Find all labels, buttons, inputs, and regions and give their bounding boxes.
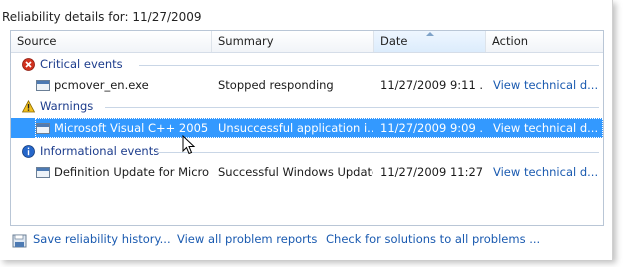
column-header-date[interactable]: Date: [374, 31, 486, 52]
view-technical-details-link[interactable]: View technical d...: [493, 118, 601, 138]
cell-date: 11/27/2009 9:11 ...: [380, 78, 484, 92]
page-title: Reliability details for: 11/27/2009: [2, 10, 202, 24]
cell-date: 11/27/2009 9:09 ...: [380, 121, 484, 135]
view-technical-details-link[interactable]: View technical d...: [493, 162, 601, 182]
critical-x-icon: [22, 58, 35, 71]
group-divider: [157, 152, 599, 153]
group-label-warnings: Warnings: [40, 99, 94, 113]
save-history-icon: [12, 234, 27, 248]
reliability-details-window: Reliability details for: 11/27/2009 Sour…: [0, 0, 613, 260]
application-icon: [36, 80, 50, 91]
cell-summary: Stopped responding: [218, 78, 334, 92]
view-all-problem-reports-link[interactable]: View all problem reports: [177, 232, 317, 246]
warning-triangle-icon: [22, 100, 35, 113]
group-divider: [105, 107, 599, 108]
cell-summary: Unsuccessful application i...: [218, 121, 373, 135]
table-row-selected[interactable]: Microsoft Visual C++ 2005 ... Unsuccessf…: [11, 118, 603, 138]
group-divider: [139, 65, 599, 66]
save-reliability-history-link[interactable]: Save reliability history...: [33, 232, 171, 246]
reliability-details-list[interactable]: Source Summary Date Action Critical even…: [10, 30, 604, 226]
column-header-action[interactable]: Action: [486, 31, 603, 52]
list-header: Source Summary Date Action: [11, 31, 603, 53]
bottom-links-bar: Save reliability history... View all pro…: [0, 228, 612, 258]
cell-summary: Successful Windows Update: [218, 165, 373, 179]
check-for-solutions-link[interactable]: Check for solutions to all problems ...: [326, 232, 540, 246]
application-icon: [36, 123, 50, 134]
group-label-critical: Critical events: [40, 57, 123, 71]
group-informational-events[interactable]: Informational events: [11, 143, 603, 160]
column-header-date-label: Date: [380, 34, 408, 48]
column-header-summary[interactable]: Summary: [212, 31, 374, 52]
group-critical-events[interactable]: Critical events: [11, 56, 603, 73]
table-row[interactable]: Definition Update for Micro... Successfu…: [11, 162, 603, 182]
group-warnings[interactable]: Warnings: [11, 98, 603, 115]
mouse-cursor-icon: [182, 135, 196, 155]
group-label-informational: Informational events: [40, 144, 160, 158]
table-row[interactable]: pcmover_en.exe Stopped responding 11/27/…: [11, 75, 603, 95]
cell-source: pcmover_en.exe: [54, 78, 149, 92]
cell-source: Definition Update for Micro...: [54, 165, 209, 179]
view-technical-details-link[interactable]: View technical d...: [493, 75, 601, 95]
sort-ascending-icon: [425, 32, 434, 36]
application-icon: [36, 167, 50, 178]
column-header-source[interactable]: Source: [11, 31, 212, 52]
cell-date: 11/27/2009 11:27 ...: [380, 165, 484, 179]
info-icon: [22, 145, 35, 158]
